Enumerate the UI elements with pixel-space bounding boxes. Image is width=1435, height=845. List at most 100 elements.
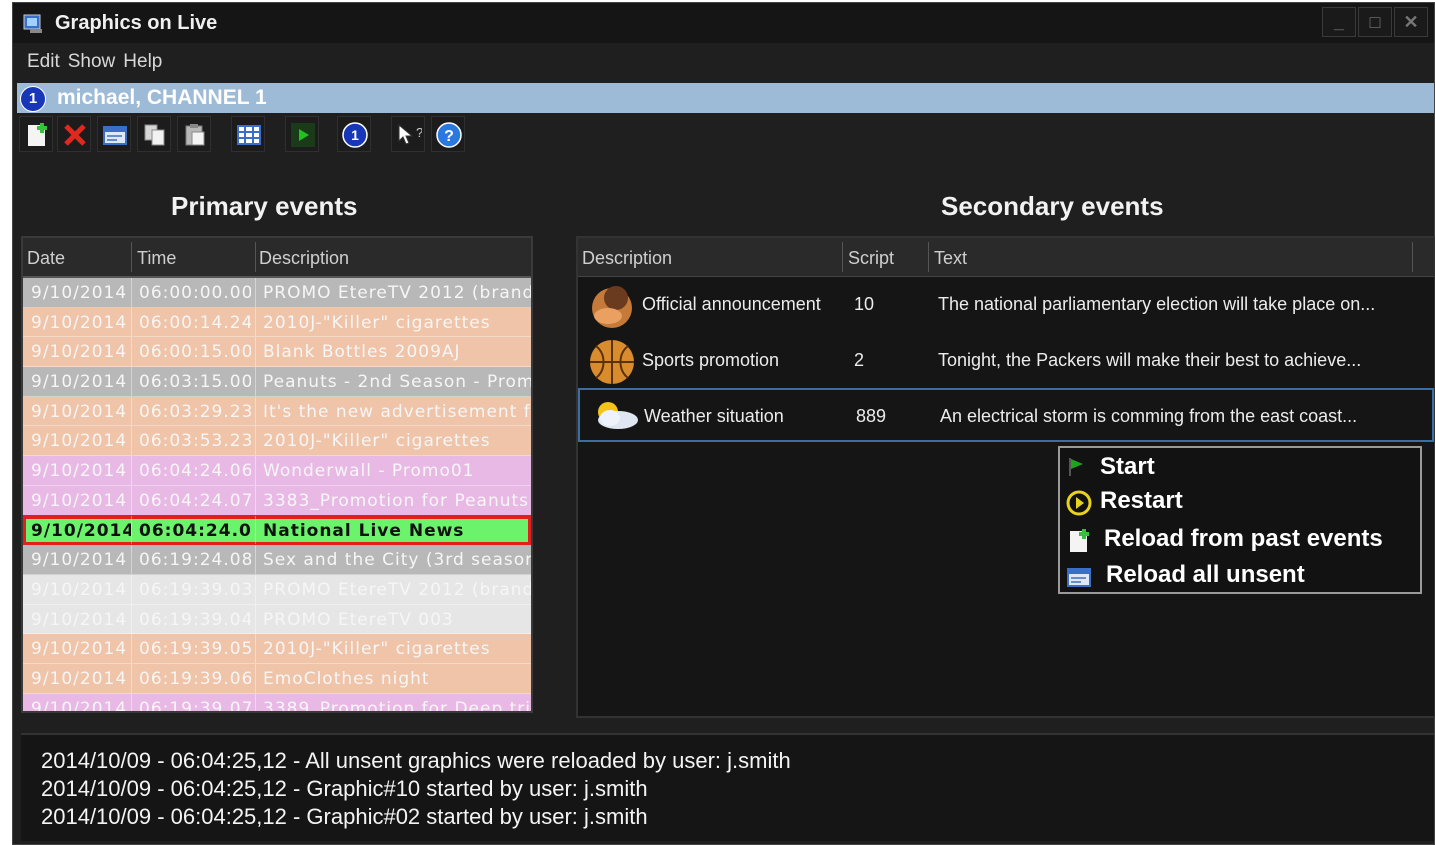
- context-help-icon[interactable]: ?: [391, 116, 425, 152]
- primary-row[interactable]: 9/10/2014 06:04:24.07 3383_Promotion for P…: [23, 485, 531, 516]
- restart-icon: [1066, 490, 1092, 516]
- secondary-row-selected[interactable]: Weather situation 889 An electrical stor…: [578, 388, 1434, 442]
- primary-row-active[interactable]: 9/10/2014 06:04:24.08 National Live News: [23, 514, 531, 547]
- help-icon[interactable]: ?: [431, 116, 465, 152]
- primary-cell-time: 06:19:39.04: [139, 609, 251, 630]
- primary-cell-date: 9/10/2014: [31, 698, 128, 713]
- svg-text:?: ?: [444, 128, 454, 145]
- log-line: 2014/10/09 - 06:04:25,12 - Graphic#02 st…: [41, 804, 648, 829]
- edit-icon[interactable]: [97, 116, 131, 152]
- secondary-script: 10: [854, 294, 875, 314]
- menu-edit[interactable]: Edit: [13, 51, 68, 81]
- new-icon[interactable]: [19, 116, 53, 152]
- channel-1-icon[interactable]: 1: [337, 116, 371, 152]
- primary-cell-desc: 3383_Promotion for Peanuts (1: [263, 490, 531, 511]
- primary-table-header: Date Time Description: [23, 238, 531, 278]
- ctx-restart[interactable]: Restart: [1060, 484, 1420, 518]
- primary-cell-desc: 2010J-"Killer" cigarettes: [263, 312, 491, 333]
- header-text[interactable]: Text: [934, 248, 967, 269]
- log-line: 2014/10/09 - 06:04:25,12 - All unsent gr…: [41, 748, 791, 773]
- primary-cell-time: 06:19:39.05: [139, 639, 251, 660]
- minimize-button[interactable]: _: [1322, 7, 1356, 37]
- menu-show[interactable]: Show: [68, 51, 124, 81]
- primary-row[interactable]: 9/10/2014 06:00:00.00 PROMO EtereTV 2012 (…: [23, 278, 531, 308]
- secondary-events-title: Secondary events: [941, 191, 1164, 221]
- app-window: Graphics on Live _ □ ✕ Edit Show Help 1 …: [12, 2, 1435, 845]
- primary-cell-time: 06:19:39.07: [139, 698, 251, 713]
- ctx-reload-unsent[interactable]: Reload all unsent: [1060, 558, 1420, 592]
- reload-unsent-icon: [1067, 568, 1091, 587]
- primary-cell-time: 06:04:24.06: [139, 461, 251, 482]
- grid-icon[interactable]: [231, 116, 265, 152]
- primary-cell-time: 06:19:39.03: [139, 579, 251, 600]
- primary-row[interactable]: 9/10/2014 06:19:39.07 3389_Promotion for D…: [23, 693, 531, 713]
- primary-cell-date: 9/10/2014: [31, 490, 128, 511]
- primary-cell-time: 06:00:14.24: [139, 312, 251, 333]
- primary-cell-desc: 3389_Promotion for Deep trip o: [263, 698, 531, 713]
- copy-icon[interactable]: [137, 116, 171, 152]
- header-time[interactable]: Time: [137, 248, 176, 269]
- channel-bar[interactable]: 1 michael, CHANNEL 1: [17, 83, 1434, 113]
- close-button[interactable]: ✕: [1394, 7, 1428, 37]
- svg-text:?: ?: [416, 125, 422, 140]
- primary-rows: 9/10/2014 06:00:00.00 PROMO EtereTV 2012 (…: [23, 278, 531, 713]
- log-panel: 2014/10/09 - 06:04:25,12 - All unsent gr…: [21, 733, 1434, 841]
- delete-icon[interactable]: [57, 116, 91, 152]
- log-line: 2014/10/09 - 06:04:25,12 - Graphic#10 st…: [41, 776, 648, 801]
- start-flag-icon: [1069, 458, 1083, 476]
- paste-icon[interactable]: [177, 116, 211, 152]
- primary-row[interactable]: 9/10/2014 06:03:15.00 Peanuts - 2nd Season…: [23, 367, 531, 397]
- primary-row[interactable]: 9/10/2014 06:19:24.08 Sex and the City (3r…: [23, 545, 531, 575]
- primary-cell-desc: EmoClothes night: [263, 668, 430, 689]
- announcement-thumb: [586, 282, 640, 330]
- primary-row[interactable]: 9/10/2014 06:00:14.24 2010J-"Killer" cigar…: [23, 307, 531, 338]
- header-date[interactable]: Date: [27, 248, 65, 269]
- menu-help[interactable]: Help: [123, 51, 170, 81]
- primary-row[interactable]: 9/10/2014 06:19:39.05 2010J-"Killer" cigar…: [23, 634, 531, 664]
- primary-cell-desc: National Live News: [263, 520, 465, 541]
- primary-row[interactable]: 9/10/2014 06:00:15.00 Blank Bottles 2009AJ: [23, 337, 531, 368]
- secondary-row[interactable]: Official announcement 10 The national pa…: [578, 278, 1434, 332]
- ctx-start[interactable]: Start: [1060, 450, 1420, 484]
- secondary-row[interactable]: Sports promotion 2 Tonight, the Packers …: [578, 334, 1434, 388]
- primary-cell-desc: 2010J-"Killer" cigarettes: [263, 431, 491, 452]
- menu-bar: Edit Show Help: [13, 51, 170, 81]
- primary-row[interactable]: 9/10/2014 06:19:39.06 EmoClothes night: [23, 663, 531, 694]
- primary-cell-time: 06:03:29.23: [139, 401, 251, 422]
- header-script[interactable]: Script: [848, 248, 894, 269]
- basketball-thumb: [590, 340, 634, 384]
- maximize-button[interactable]: □: [1358, 7, 1392, 37]
- primary-cell-time: 06:19:39.06: [139, 668, 251, 689]
- ctx-reload-past[interactable]: Reload from past events: [1060, 522, 1420, 556]
- primary-cell-date: 9/10/2014: [31, 372, 128, 393]
- header-description[interactable]: Description: [582, 248, 672, 269]
- primary-cell-time: 06:19:24.08: [139, 550, 251, 571]
- app-icon: [23, 14, 42, 33]
- primary-row[interactable]: 9/10/2014 06:03:29.23 It's the new adverti…: [23, 396, 531, 427]
- primary-row[interactable]: 9/10/2014 06:19:39.04 PROMO EtereTV 003: [23, 604, 531, 635]
- primary-cell-desc: PROMO EtereTV 2012 (brand p: [263, 283, 531, 303]
- primary-cell-date: 9/10/2014: [31, 461, 128, 482]
- primary-cell-date: 9/10/2014: [31, 579, 128, 600]
- secondary-script: 889: [856, 406, 887, 426]
- primary-row[interactable]: 9/10/2014 06:19:39.03 PROMO EtereTV 2012 (…: [23, 574, 531, 605]
- channel-number-badge: 1: [20, 86, 46, 112]
- primary-cell-time: 06:00:15.00: [139, 342, 251, 363]
- primary-events-table[interactable]: Date Time Description 9/10/2014 06:00:00.…: [21, 236, 533, 713]
- primary-cell-date: 9/10/2014: [31, 342, 128, 363]
- primary-cell-time: 06:03:15.00: [139, 372, 251, 393]
- window-title: Graphics on Live: [55, 12, 218, 34]
- primary-row[interactable]: 9/10/2014 06:04:24.06 Wonderwall - Promo01: [23, 456, 531, 486]
- primary-cell-date: 9/10/2014: [31, 639, 128, 660]
- primary-cell-date: 9/10/2014: [31, 283, 128, 303]
- primary-cell-desc: PROMO EtereTV 003: [263, 609, 454, 630]
- play-icon[interactable]: [285, 116, 319, 152]
- primary-events-title: Primary events: [171, 191, 358, 221]
- primary-row[interactable]: 9/10/2014 06:03:53.23 2010J-"Killer" cigar…: [23, 426, 531, 457]
- primary-cell-desc: PROMO EtereTV 2012 (brand p: [263, 579, 531, 600]
- context-menu: Start Restart Reload from past events Re…: [1058, 446, 1422, 594]
- primary-cell-date: 9/10/2014: [31, 520, 131, 541]
- primary-cell-desc: Sex and the City (3rd season) P: [263, 550, 531, 571]
- header-description[interactable]: Description: [259, 248, 349, 269]
- primary-cell-desc: It's the new advertisement for B: [263, 401, 531, 422]
